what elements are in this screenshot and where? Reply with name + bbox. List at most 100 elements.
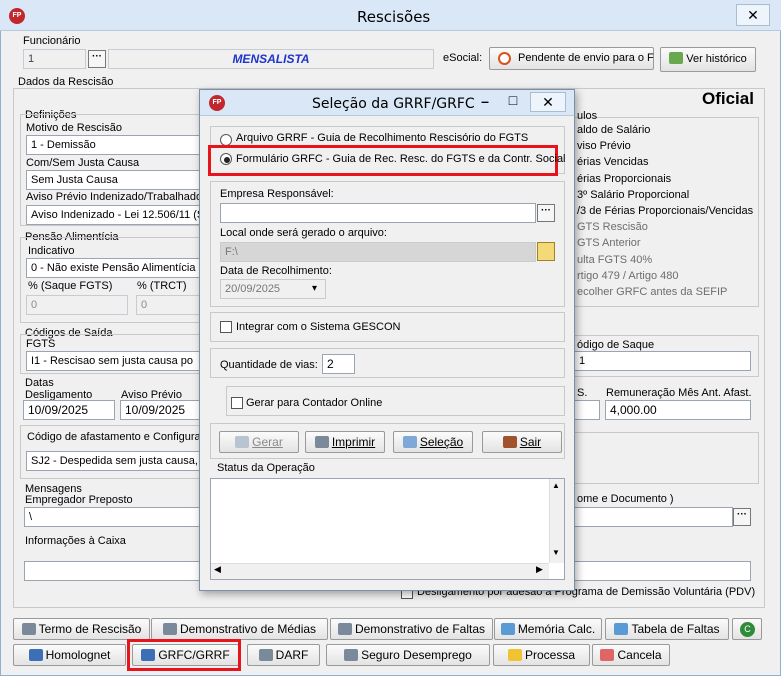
saque-fgts-label: % (Saque FGTS) <box>28 280 113 292</box>
demonstrativo-medias-button[interactable]: Demonstrativo de Médias <box>151 618 328 640</box>
seguro-desemprego-button[interactable]: Seguro Desemprego <box>326 644 490 666</box>
fgts-select[interactable]: I1 - Rescisao sem justa causa po <box>26 351 201 371</box>
cod-saque-label: ódigo de Saque <box>577 339 655 351</box>
afastamento-select[interactable]: SJ2 - Despedida sem justa causa, p <box>26 451 201 471</box>
nome-documento-field[interactable] <box>574 507 733 527</box>
refresh-button[interactable]: C <box>732 618 762 640</box>
preposto-label: Empregador Preposto <box>25 494 133 506</box>
calculo-item[interactable]: ulta FGTS 40% <box>577 254 761 270</box>
vias-field[interactable]: 2 <box>322 354 355 374</box>
memoria-calc-button[interactable]: Memória Calc. <box>494 618 602 640</box>
calculo-item[interactable]: érias Vencidas <box>577 156 761 172</box>
calculo-item[interactable]: /3 de Férias Proporcionais/Vencidas <box>577 205 761 221</box>
table-icon <box>614 623 629 635</box>
printer-icon <box>162 623 177 635</box>
cancela-button[interactable]: Cancela <box>592 644 670 666</box>
calculo-item[interactable]: viso Prévio <box>577 140 761 156</box>
processa-label: Processa <box>524 648 576 662</box>
scroll-right-icon[interactable]: ▶ <box>536 564 543 575</box>
cancel-icon <box>600 649 615 661</box>
scroll-down-icon[interactable]: ▼ <box>552 548 560 557</box>
desligamento-date[interactable]: 10/09/2025 <box>23 400 115 420</box>
calculo-item[interactable]: GTS Anterior <box>577 237 761 253</box>
empresa-lookup-button[interactable]: ··· <box>537 204 555 222</box>
funcionario-field[interactable]: 1 <box>23 49 86 69</box>
homolognet-button[interactable]: Homolognet <box>13 644 126 666</box>
dialog-close-icon[interactable]: ✕ <box>530 92 566 112</box>
calculo-item[interactable]: ecolher GRFC antes da SEFIP <box>577 286 761 302</box>
funcionario-lookup-button[interactable]: ··· <box>88 50 106 68</box>
selecao-label: Seleção <box>419 435 464 449</box>
esocial-status-button[interactable]: Pendente de envio para o F <box>489 47 654 70</box>
grrf-option-label: Arquivo GRRF - Guia de Recolhimento Resc… <box>236 132 529 144</box>
aviso-previo-date[interactable]: 10/09/2025 <box>120 400 202 420</box>
remuneracao-field[interactable]: 4,000.00 <box>605 400 751 420</box>
termo-rescisao-label: Termo de Rescisão <box>38 622 142 636</box>
gescon-checkbox[interactable] <box>220 321 232 333</box>
scroll-up-icon[interactable]: ▲ <box>552 481 560 490</box>
contador-label: Gerar para Contador Online <box>246 397 383 409</box>
folder-icon[interactable] <box>537 242 555 261</box>
gerar-button[interactable]: Gerar <box>219 431 299 453</box>
status-label: Status da Operação <box>217 462 315 474</box>
close-icon[interactable]: ✕ <box>736 4 770 26</box>
grfc-option-label: Formulário GRFC - Guia de Rec. Resc. do … <box>236 153 566 165</box>
datas-title: Datas <box>25 377 54 389</box>
tabela-faltas-label: Tabela de Faltas <box>631 622 720 636</box>
imprimir-button[interactable]: Imprimir <box>305 431 385 453</box>
justa-causa-select[interactable]: Sem Justa Causa <box>26 170 201 190</box>
horizontal-scrollbar[interactable] <box>211 563 549 579</box>
s-field[interactable] <box>574 400 600 420</box>
dados-rescisao-title: Dados da Rescisão <box>18 76 114 88</box>
processa-button[interactable]: Processa <box>493 644 590 666</box>
cod-saque-field[interactable]: 1 <box>574 351 751 371</box>
refresh-icon: C <box>740 622 755 637</box>
nome-documento-lookup-button[interactable]: ··· <box>733 508 751 526</box>
ver-historico-button[interactable]: Ver histórico <box>660 47 756 72</box>
calculo-item[interactable]: GTS Rescisão <box>577 221 761 237</box>
printer-icon <box>314 436 329 448</box>
funcionario-label: Funcionário <box>23 35 81 47</box>
printer-icon <box>337 623 352 635</box>
motivo-select[interactable]: 1 - Demissão <box>26 135 201 155</box>
selecao-button[interactable]: Seleção <box>393 431 473 453</box>
demonstrativo-faltas-label: Demonstrativo de Faltas <box>354 622 486 636</box>
grfc-radio[interactable] <box>220 153 232 165</box>
calculo-item[interactable]: aldo de Salário <box>577 124 761 140</box>
tabela-faltas-button[interactable]: Tabela de Faltas <box>605 618 729 640</box>
employee-name: MENSALISTA <box>108 49 434 69</box>
trct-label: % (TRCT) <box>137 280 187 292</box>
afastamento-label: Código de afastamento e Configuraç <box>27 431 207 443</box>
grrf-grfc-dialog: FP Seleção da GRRF/GRFC – □ ✕ Arquivo GR… <box>199 89 575 591</box>
termo-rescisao-button[interactable]: Termo de Rescisão <box>13 618 150 640</box>
grfc-highlight-box <box>127 639 241 671</box>
maximize-icon[interactable]: □ <box>502 92 524 110</box>
calculo-item[interactable]: érias Proporcionais <box>577 173 761 189</box>
calculo-item[interactable]: rtigo 479 / Artigo 480 <box>577 270 761 286</box>
sair-button[interactable]: Sair <box>482 431 562 453</box>
trct-field[interactable]: 0 <box>136 295 201 315</box>
darf-button[interactable]: DARF <box>247 644 320 666</box>
info-right-field[interactable] <box>574 561 751 581</box>
indicativo-select[interactable]: 0 - Não existe Pensão Alimentícia <box>26 258 201 278</box>
saque-fgts-field[interactable]: 0 <box>26 295 128 315</box>
sair-label: Sair <box>519 435 542 449</box>
memoria-calc-label: Memória Calc. <box>517 622 596 636</box>
chevron-down-icon[interactable]: ▾ <box>312 283 317 294</box>
esocial-label: eSocial: <box>443 52 483 64</box>
demonstrativo-faltas-button[interactable]: Demonstrativo de Faltas <box>330 618 493 640</box>
calculo-item[interactable]: 3º Salário Proporcional <box>577 189 761 205</box>
local-field[interactable]: F:\ <box>220 242 536 262</box>
empresa-field[interactable] <box>220 203 536 223</box>
motivo-label: Motivo de Rescisão <box>26 122 122 134</box>
caixa-field[interactable] <box>24 561 201 581</box>
contador-checkbox[interactable] <box>231 397 243 409</box>
darf-label: DARF <box>275 648 309 662</box>
minimize-icon[interactable]: – <box>474 93 496 111</box>
vias-label: Quantidade de vias: <box>220 359 318 371</box>
preposto-field[interactable]: \ <box>24 507 201 527</box>
data-recolhimento-field[interactable]: 20/09/2025 <box>220 279 326 299</box>
aviso-select[interactable]: Aviso Indenizado - Lei 12.506/11 (S <box>26 205 201 225</box>
scroll-left-icon[interactable]: ◀ <box>214 564 221 575</box>
printer-icon <box>344 649 359 661</box>
